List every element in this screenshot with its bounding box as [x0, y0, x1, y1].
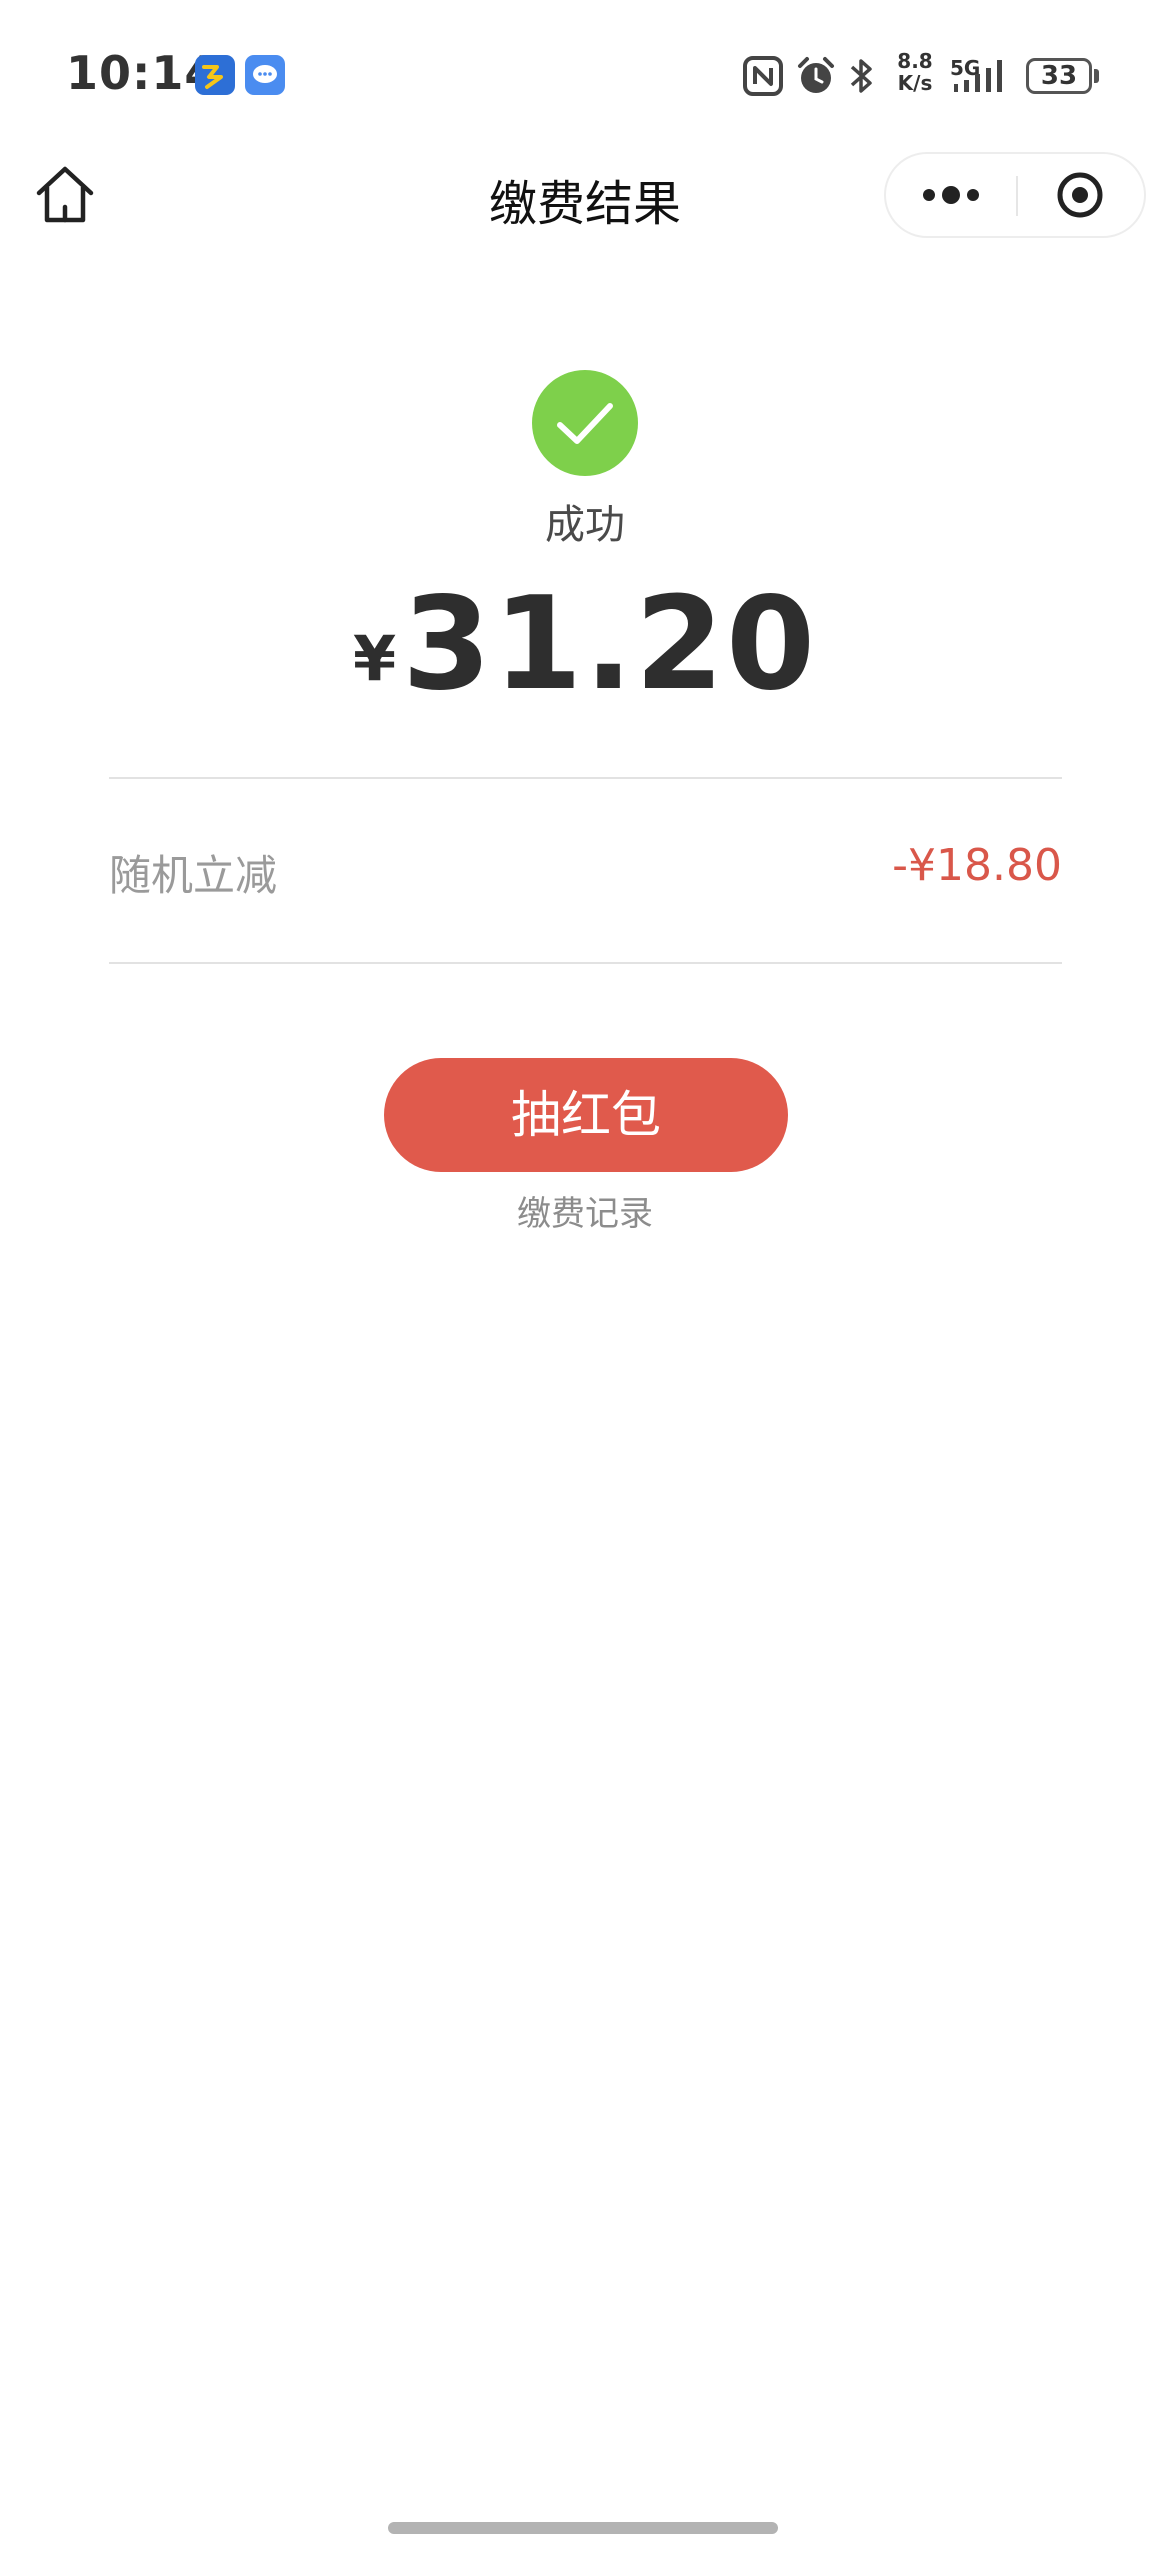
payment-records-link[interactable]: 缴费记录 — [0, 1186, 1170, 1235]
message-icon — [245, 55, 285, 95]
alarm-icon — [794, 50, 838, 102]
discount-label: 随机立减 — [109, 851, 278, 900]
more-button[interactable] — [886, 154, 1016, 236]
payment-amount: ¥31.20 — [0, 570, 1170, 719]
target-circle-icon — [1057, 172, 1103, 218]
bluetooth-icon — [846, 50, 876, 102]
divider — [109, 777, 1062, 779]
battery-tip — [1094, 69, 1099, 83]
success-check-icon — [532, 370, 638, 476]
discount-value: -¥18.80 — [892, 840, 1062, 891]
nav-bar: 缴费结果 — [0, 150, 1170, 280]
more-dots-icon — [923, 186, 979, 204]
signal-icon: 5G — [950, 50, 1016, 102]
payment-status-label: 成功 — [545, 502, 625, 548]
divider — [109, 962, 1062, 964]
status-bar: 10:14 8.8 K/s 5G 33 — [0, 0, 1170, 150]
net-speed-unit: K/s — [897, 71, 933, 95]
home-gesture-bar[interactable] — [388, 2522, 778, 2534]
close-miniapp-button[interactable] — [1018, 154, 1146, 236]
net-speed-value: 8.8 — [897, 49, 933, 73]
battery-icon: 33 — [1026, 50, 1106, 102]
app-notification-icon — [195, 55, 235, 95]
battery-level: 33 — [1026, 58, 1092, 94]
draw-red-packet-button[interactable]: 抽红包 — [384, 1058, 788, 1172]
net-speed-indicator: 8.8 K/s — [890, 50, 940, 102]
nfc-icon — [742, 50, 784, 102]
miniapp-capsule — [884, 152, 1146, 238]
amount-value: 31.20 — [402, 570, 817, 719]
currency-symbol: ¥ — [352, 622, 397, 695]
